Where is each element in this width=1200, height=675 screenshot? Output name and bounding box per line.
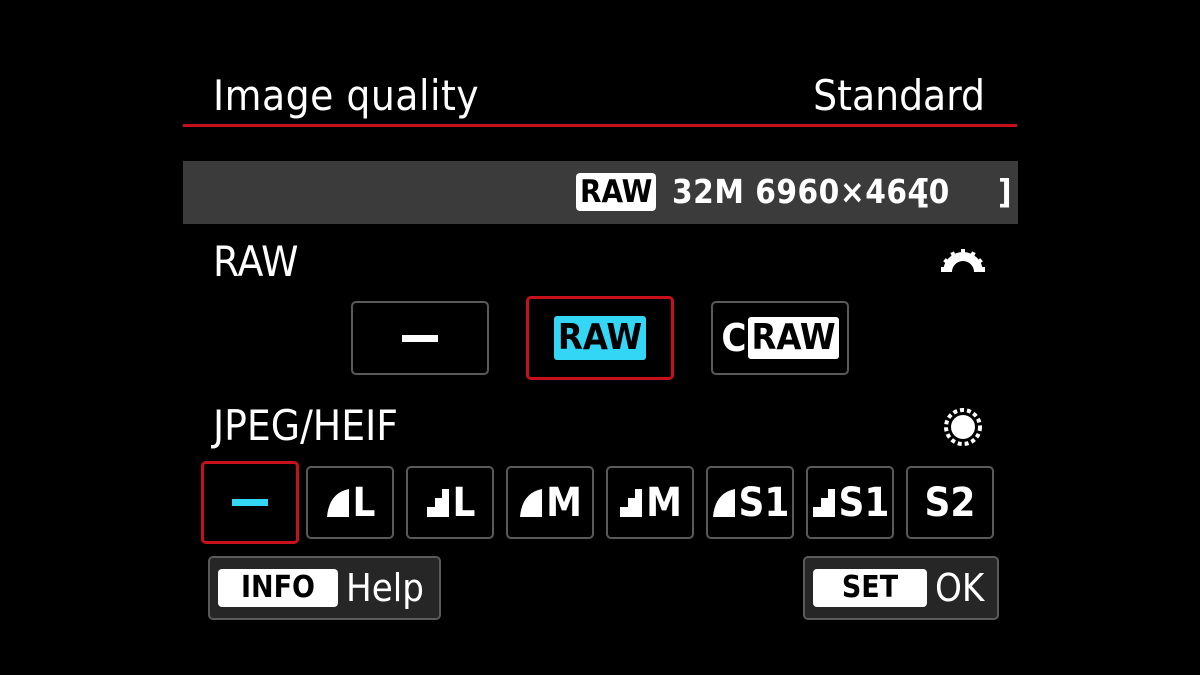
resolution-readout: 32M 6960×4640 xyxy=(672,172,950,211)
set-key: SET xyxy=(813,569,927,607)
size-label: S1 xyxy=(838,479,890,526)
size-label: M xyxy=(646,479,682,526)
craw-prefix: C xyxy=(721,316,747,360)
raw-section-label: RAW xyxy=(213,237,299,286)
info-key: INFO xyxy=(218,569,338,607)
fine-quality-icon xyxy=(520,488,543,517)
normal-quality-icon xyxy=(812,488,835,517)
ok-label: OK xyxy=(935,566,985,610)
ok-button[interactable]: SET OK xyxy=(803,556,999,620)
help-label: Help xyxy=(346,566,424,610)
title-divider xyxy=(183,124,1017,127)
raw-option-craw[interactable]: C RAW xyxy=(711,301,849,375)
normal-quality-icon xyxy=(426,488,449,517)
main-dial-icon xyxy=(941,249,985,272)
jpeg-option-none[interactable] xyxy=(201,461,299,544)
size-label: M xyxy=(546,479,582,526)
raw-option-none[interactable] xyxy=(351,301,489,375)
jpeg-option-fine-m[interactable]: M xyxy=(506,466,594,539)
bracket-close: ] xyxy=(998,172,1012,211)
craw-badge: RAW xyxy=(748,317,839,359)
shooting-mode: Standard xyxy=(813,71,985,120)
fine-quality-icon xyxy=(712,488,735,517)
none-dash-icon xyxy=(232,499,268,506)
size-label: L xyxy=(352,479,376,526)
jpeg-section-label: JPEG/HEIF xyxy=(213,401,398,450)
help-button[interactable]: INFO Help xyxy=(208,556,441,620)
size-label: S2 xyxy=(924,479,976,526)
jpeg-option-normal-l[interactable]: L xyxy=(406,466,494,539)
jpeg-option-s2[interactable]: S2 xyxy=(906,466,994,539)
jpeg-option-fine-s1[interactable]: S1 xyxy=(706,466,794,539)
raw-option-raw[interactable]: RAW xyxy=(526,296,674,380)
bracket-open: [ xyxy=(916,172,930,211)
normal-quality-icon xyxy=(620,488,643,517)
page-title: Image quality xyxy=(213,71,480,120)
none-dash-icon xyxy=(402,334,438,342)
raw-badge: RAW xyxy=(553,316,647,360)
jpeg-option-normal-m[interactable]: M xyxy=(606,466,694,539)
jpeg-option-normal-s1[interactable]: S1 xyxy=(806,466,894,539)
jpeg-option-fine-l[interactable]: L xyxy=(306,466,394,539)
size-label: L xyxy=(452,479,476,526)
quick-control-dial-icon xyxy=(944,408,982,446)
size-label: S1 xyxy=(738,479,790,526)
format-badge: RAW xyxy=(576,173,657,211)
fine-quality-icon xyxy=(326,488,349,517)
